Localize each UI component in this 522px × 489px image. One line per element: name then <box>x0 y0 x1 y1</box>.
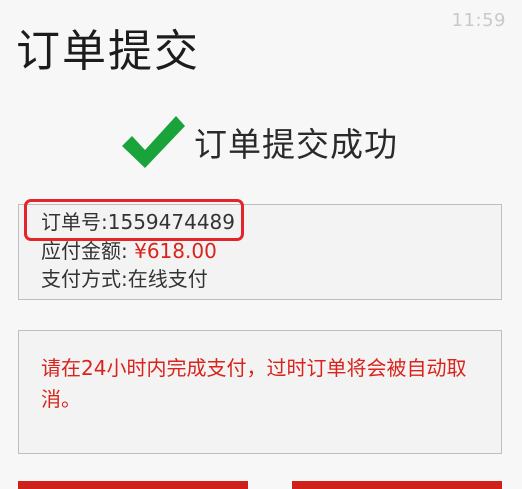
payment-notice-panel: 请在24小时内完成支付，过时订单将会被自动取消。 <box>18 330 502 454</box>
bottom-right-button[interactable] <box>292 481 502 489</box>
payment-method-row: 支付方式:在线支付 <box>41 266 208 292</box>
payment-method-label: 支付方式: <box>41 267 128 291</box>
payment-notice-text: 请在24小时内完成支付，过时订单将会被自动取消。 <box>41 356 467 411</box>
order-amount-row: 应付金额: ¥618.00 <box>41 238 217 264</box>
order-number-highlight <box>24 199 244 241</box>
order-amount-label: 应付金额: <box>41 239 128 263</box>
order-amount-value: ¥618.00 <box>134 239 217 263</box>
status-bar-time: 11:59 <box>451 10 506 31</box>
page-title: 订单提交 <box>16 26 200 77</box>
payment-method-value: 在线支付 <box>127 267 208 291</box>
success-banner: 订单提交成功 <box>118 110 398 174</box>
order-submit-screen: 11:59 订单提交 订单提交成功 订单号:1559474489 应付金额: ¥… <box>0 0 522 489</box>
checkmark-icon <box>122 116 185 168</box>
success-message: 订单提交成功 <box>194 125 398 164</box>
bottom-left-button[interactable] <box>18 481 248 489</box>
